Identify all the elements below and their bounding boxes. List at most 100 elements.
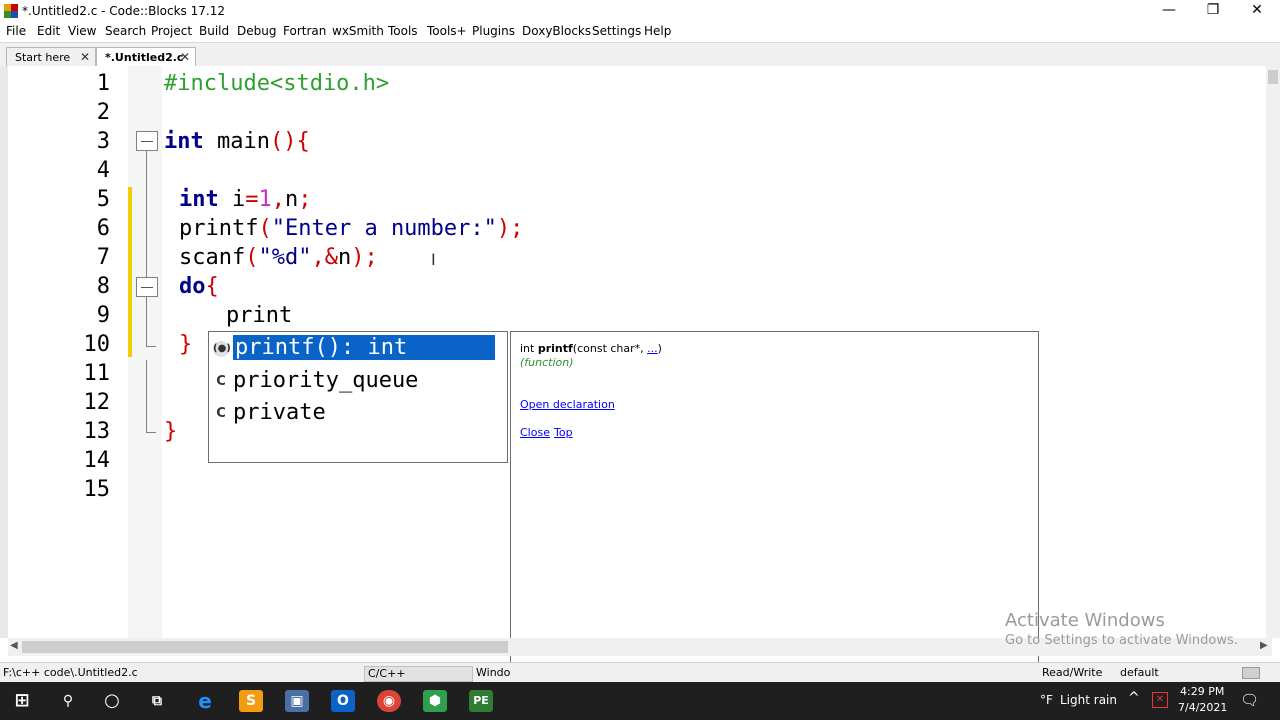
menu-debug[interactable]: Debug — [237, 24, 276, 38]
scroll-left-icon[interactable]: ◀ — [10, 640, 18, 651]
line-number: 14 — [83, 448, 111, 473]
line-number: 12 — [83, 390, 111, 415]
autocomplete-list[interactable]: (●) printf(): int C priority_queue C pri… — [208, 331, 508, 463]
weather-widget[interactable]: Light rain — [1060, 693, 1117, 707]
documentation-popup: int printf(const char*, ...) (function) … — [510, 331, 1039, 718]
app-hex-icon[interactable]: ⬢ — [423, 690, 447, 712]
search-icon[interactable]: ⚲ — [56, 690, 80, 712]
menu-edit[interactable]: Edit — [37, 24, 60, 38]
menu-tools[interactable]: Tools — [388, 24, 418, 38]
line-number: 13 — [83, 419, 111, 444]
line-number: 8 — [96, 274, 110, 299]
pycharm-icon[interactable]: PE — [469, 690, 493, 712]
menu-fortran[interactable]: Fortran — [283, 24, 326, 38]
cortana-icon[interactable]: ○ — [100, 690, 124, 712]
editor-tab-bar: Start here ✕ *.Untitled2.c ✕ — [0, 42, 1280, 67]
weather-temp: °F — [1040, 693, 1053, 707]
scroll-thumb[interactable] — [1268, 70, 1278, 84]
close-tab-icon[interactable]: ✕ — [80, 50, 90, 64]
menu-wxsmith[interactable]: wxSmith — [332, 24, 384, 38]
codeblocks-app-icon — [4, 4, 18, 18]
computer-icon[interactable]: ▣ — [285, 690, 309, 712]
security-icon[interactable]: ✕ — [1152, 692, 1168, 708]
menu-doxyblocks[interactable]: DoxyBlocks — [522, 24, 591, 38]
close-icon[interactable]: ✕ — [1234, 0, 1280, 22]
menu-file[interactable]: File — [6, 24, 26, 38]
menu-tools-plus[interactable]: Tools+ — [427, 24, 467, 38]
windows-start-icon[interactable]: ⊞ — [10, 690, 34, 712]
line-number: 1 — [96, 71, 110, 96]
code-line-6: printf("Enter a number:"); — [179, 216, 524, 241]
line-number: 10 — [83, 332, 111, 357]
line-ending-indicator: Windo — [476, 666, 511, 679]
menu-project[interactable]: Project — [151, 24, 192, 38]
function-signature: int printf(const char*, ...) — [520, 342, 662, 355]
activate-windows-title: Activate Windows — [1005, 610, 1165, 631]
tab-label: *.Untitled2.c — [105, 51, 184, 64]
tab-untitled2[interactable]: *.Untitled2.c ✕ — [96, 47, 196, 67]
top-link[interactable]: Top — [554, 426, 573, 439]
vertical-scrollbar[interactable] — [1266, 66, 1280, 638]
menu-plugins[interactable]: Plugins — [472, 24, 515, 38]
activate-windows-subtitle: Go to Settings to activate Windows. — [1005, 633, 1238, 648]
clock-date[interactable]: 7/4/2021 — [1178, 701, 1227, 714]
code-line-13: } — [164, 419, 178, 444]
minimize-icon[interactable]: — — [1146, 0, 1192, 22]
status-bar: F:\c++ code\.Untitled2.c C/C++ Windo Rea… — [0, 662, 1280, 683]
tab-label: Start here — [15, 51, 71, 64]
symbol-kind: (function) — [520, 356, 574, 369]
autocomplete-item[interactable]: (●) printf(): int — [211, 334, 495, 364]
menu-search[interactable]: Search — [105, 24, 146, 38]
class-icon: C — [216, 406, 226, 421]
close-link[interactable]: Close — [520, 426, 550, 439]
menu-help[interactable]: Help — [644, 24, 671, 38]
sublime-icon[interactable]: S — [239, 690, 263, 712]
profile-indicator: default — [1120, 666, 1159, 679]
line-number: 2 — [96, 100, 110, 125]
code-line-3: int main(){ — [164, 129, 310, 154]
code-line-7: scanf("%d",&n); — [179, 245, 378, 270]
line-number: 15 — [83, 477, 111, 502]
scroll-right-icon[interactable]: ▶ — [1260, 640, 1268, 651]
code-line-10: } — [179, 332, 193, 357]
file-path: F:\c++ code\.Untitled2.c — [3, 666, 138, 679]
line-number: 7 — [96, 245, 110, 270]
close-tab-icon[interactable]: ✕ — [180, 50, 190, 64]
class-icon: C — [216, 374, 226, 389]
fold-toggle-icon[interactable] — [136, 277, 158, 297]
windows-taskbar: ⊞ ⚲ ○ ⧉ e S ▣ O ◉ ⬢ PE °F Light rain ^ ✕… — [0, 682, 1280, 720]
title-bar: *.Untitled2.c - Code::Blocks 17.12 — ❐ ✕ — [0, 0, 1280, 22]
params-link[interactable]: ... — [647, 342, 658, 355]
code-line-8: do{ — [179, 274, 219, 299]
restore-icon[interactable]: ❐ — [1190, 0, 1236, 22]
task-view-icon[interactable]: ⧉ — [145, 690, 169, 712]
line-number: 5 — [96, 187, 110, 212]
edge-icon[interactable]: e — [193, 690, 217, 712]
tab-start-here[interactable]: Start here ✕ — [6, 47, 96, 67]
language-indicator: C/C++ — [364, 666, 473, 682]
open-declaration-link[interactable]: Open declaration — [520, 398, 615, 411]
chrome-icon[interactable]: ◉ — [377, 690, 401, 712]
fold-line — [146, 360, 147, 432]
chevron-up-icon[interactable]: ^ — [1128, 690, 1140, 706]
fold-margin[interactable] — [128, 66, 162, 638]
outlook-icon[interactable]: O — [331, 690, 355, 712]
menu-settings[interactable]: Settings — [592, 24, 641, 38]
fold-end — [146, 432, 156, 433]
fold-line — [146, 297, 147, 347]
line-number: 3 — [96, 129, 110, 154]
autocomplete-item[interactable]: C priority_queue — [211, 367, 495, 397]
keyboard-icon — [1242, 667, 1260, 679]
clock-time[interactable]: 4:29 PM — [1180, 685, 1224, 698]
line-number: 6 — [96, 216, 110, 241]
notification-icon[interactable]: 🗨 — [1240, 691, 1259, 709]
fold-toggle-icon[interactable] — [136, 131, 158, 151]
menu-view[interactable]: View — [68, 24, 96, 38]
line-number: 11 — [83, 361, 111, 386]
autocomplete-item[interactable]: C private — [211, 399, 495, 429]
fold-end — [146, 346, 156, 347]
editor-left-gutter — [0, 66, 8, 638]
text-cursor-icon: I — [431, 250, 436, 269]
scroll-thumb[interactable] — [22, 641, 508, 653]
menu-build[interactable]: Build — [199, 24, 229, 38]
